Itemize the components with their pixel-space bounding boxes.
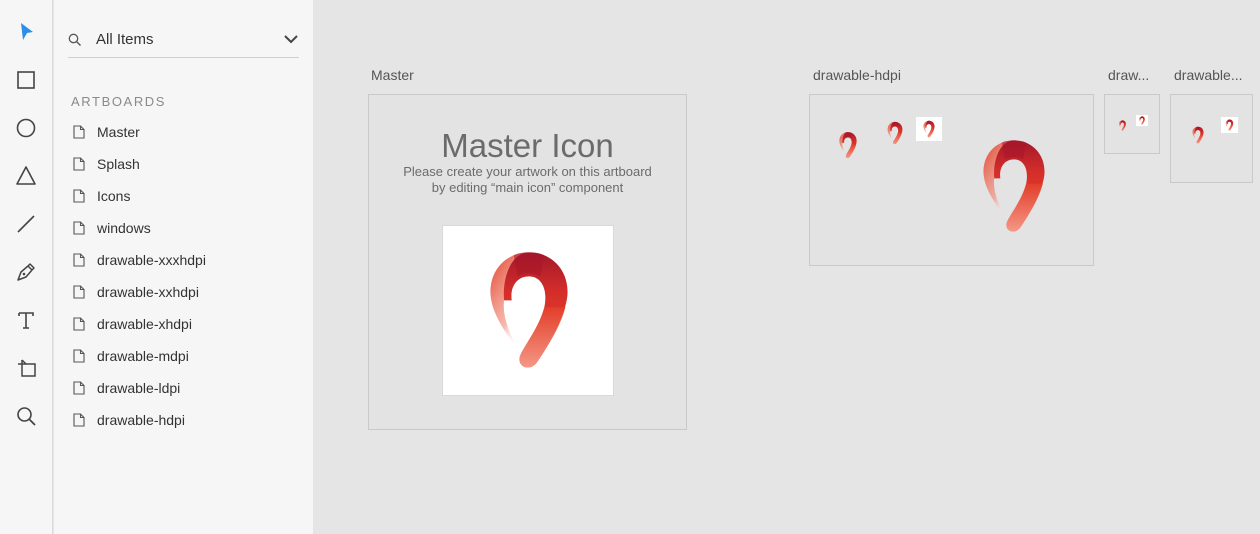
document-icon [73, 413, 85, 427]
artboards-section-title: ARTBOARDS [71, 94, 167, 109]
artboards-list: Master Splash Icons windows drawable-xxx… [73, 116, 206, 436]
pen-icon [17, 263, 35, 281]
document-icon [73, 381, 85, 395]
artboard-item-drawable-hdpi[interactable]: drawable-hdpi [73, 404, 206, 436]
document-icon [73, 253, 85, 267]
artboard-item-label: Icons [97, 188, 131, 204]
line-icon [17, 215, 35, 233]
main-icon-component[interactable] [442, 225, 614, 396]
pin-logo-tile [1221, 117, 1238, 133]
pin-logo-icon [976, 135, 1052, 237]
artboard-item-master[interactable]: Master [73, 116, 206, 148]
arrow-pointer-icon [21, 23, 33, 40]
pin-logo-icon [1191, 126, 1205, 144]
artboard-item-drawable-ldpi[interactable]: drawable-ldpi [73, 372, 206, 404]
master-icon-title: Master Icon [441, 127, 614, 164]
artboard-item-icons[interactable]: Icons [73, 180, 206, 212]
rectangle-icon [17, 71, 35, 89]
master-icon-instructions: Please create your artwork on this artbo… [403, 164, 652, 195]
pen-tool-button[interactable] [9, 255, 43, 289]
artboard-drawable-hdpi[interactable] [809, 94, 1094, 266]
artboard-item-drawable-xhdpi[interactable]: drawable-xhdpi [73, 308, 206, 340]
document-icon [73, 285, 85, 299]
artboard-item-windows[interactable]: windows [73, 212, 206, 244]
triangle-icon [16, 166, 36, 185]
pin-logo-icon [1118, 120, 1127, 131]
text-icon [18, 312, 34, 329]
search-icon [68, 33, 81, 46]
artboard-title-small-1[interactable]: draw... [1108, 67, 1149, 83]
select-tool-button[interactable] [9, 15, 43, 49]
artboard-item-splash[interactable]: Splash [73, 148, 206, 180]
pin-logo-icon [1138, 116, 1146, 125]
design-canvas[interactable]: Master Master Icon Please create your ar… [313, 0, 1260, 534]
filter-search [68, 22, 299, 58]
artboard-small-2[interactable] [1170, 94, 1253, 183]
artboard-item-label: drawable-mdpi [97, 348, 189, 364]
artboard-item-label: drawable-xxxhdpi [97, 252, 206, 268]
pin-logo-tile [1136, 115, 1148, 126]
filter-input[interactable] [96, 31, 276, 48]
artboard-title-small-2[interactable]: drawable... [1174, 67, 1242, 83]
pin-logo-icon [481, 246, 577, 374]
artboard-master[interactable]: Master Icon Please create your artwork o… [368, 94, 687, 430]
text-tool-button[interactable] [9, 303, 43, 337]
ellipse-icon [16, 118, 36, 138]
pin-logo-icon [885, 121, 905, 145]
artboard-item-label: drawable-hdpi [97, 412, 185, 428]
artboard-item-drawable-mdpi[interactable]: drawable-mdpi [73, 340, 206, 372]
artboard-item-label: drawable-xxhdpi [97, 284, 199, 300]
artboard-tool-button[interactable] [9, 351, 43, 385]
rectangle-tool-button[interactable] [9, 63, 43, 97]
pin-logo-tile [916, 117, 942, 141]
document-icon [73, 317, 85, 331]
pin-logo-icon [837, 131, 859, 159]
layers-sidebar: ARTBOARDS Master Splash Icons windows dr… [54, 0, 313, 534]
artboard-item-label: Splash [97, 156, 140, 172]
document-icon [73, 189, 85, 203]
ellipse-tool-button[interactable] [9, 111, 43, 145]
artboard-icon [18, 359, 36, 377]
pin-logo-icon [1224, 119, 1235, 131]
artboard-item-drawable-xxxhdpi[interactable]: drawable-xxxhdpi [73, 244, 206, 276]
zoom-tool-button[interactable] [9, 399, 43, 433]
magnifier-icon [17, 407, 36, 426]
artboard-title-drawable-hdpi[interactable]: drawable-hdpi [813, 67, 901, 83]
polygon-tool-button[interactable] [9, 159, 43, 193]
artboard-item-drawable-xxhdpi[interactable]: drawable-xxhdpi [73, 276, 206, 308]
artboard-item-label: windows [97, 220, 151, 236]
document-icon [73, 221, 85, 235]
artboard-item-label: Master [97, 124, 140, 140]
document-icon [73, 349, 85, 363]
document-icon [73, 125, 85, 139]
line-tool-button[interactable] [9, 207, 43, 241]
artboard-title-master[interactable]: Master [371, 67, 414, 83]
chevron-down-icon[interactable] [283, 31, 299, 47]
artboard-item-label: drawable-xhdpi [97, 316, 192, 332]
tools-toolbar [0, 0, 53, 534]
artboard-item-label: drawable-ldpi [97, 380, 181, 396]
artboard-small-1[interactable] [1104, 94, 1160, 154]
pin-logo-icon [921, 120, 937, 138]
document-icon [73, 157, 85, 171]
